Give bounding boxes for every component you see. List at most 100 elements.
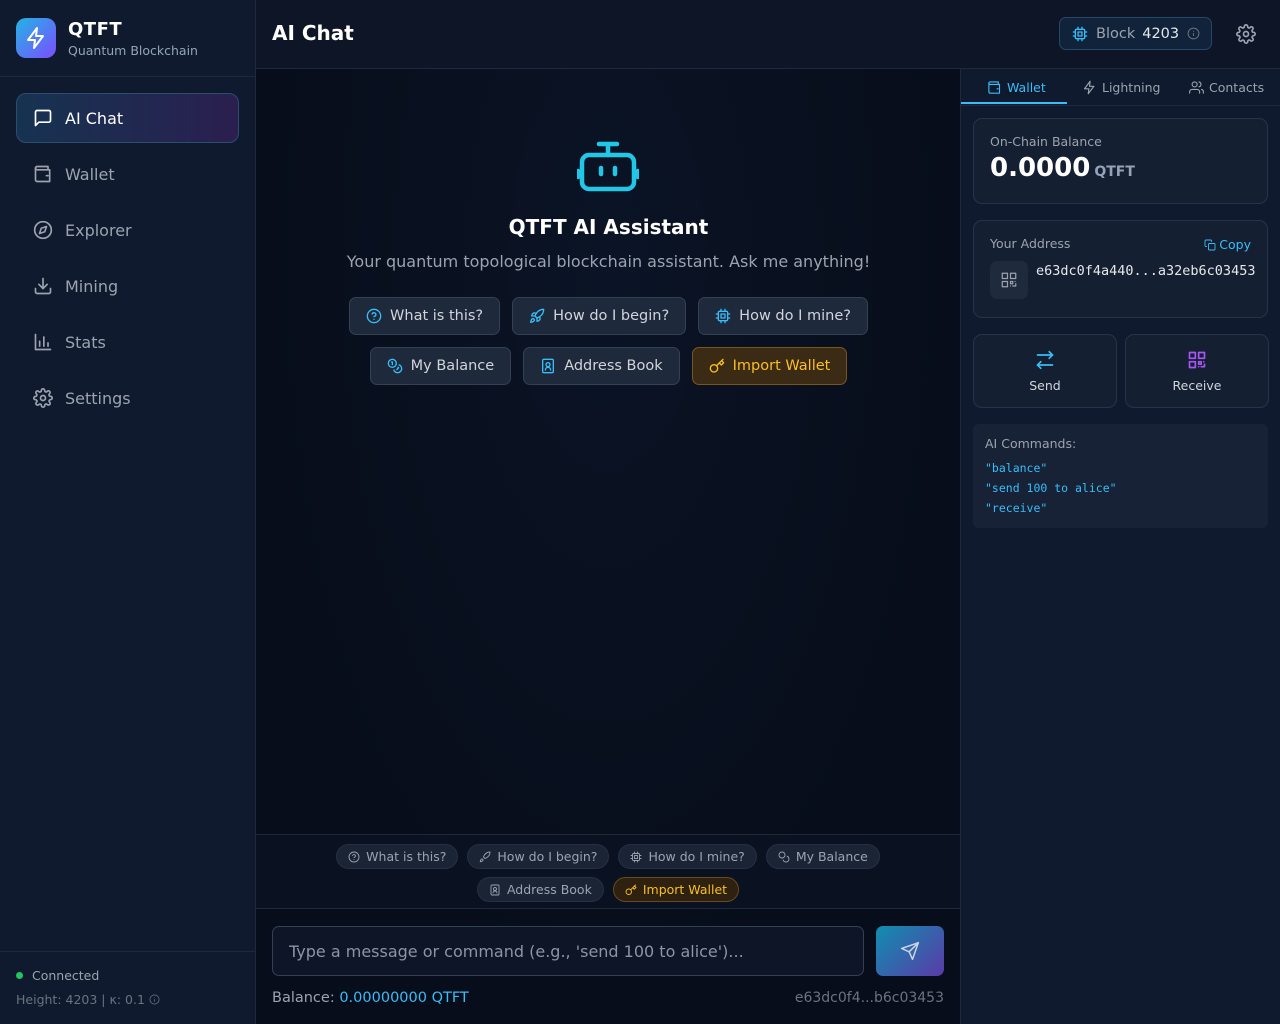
brand-subtitle: Quantum Blockchain [68,42,198,58]
connection-label: Connected [32,968,100,983]
chip-label: Import Wallet [642,882,728,897]
download-icon [34,277,52,295]
quick-address-book-button[interactable]: Address Book [476,877,604,902]
quick-import-wallet-button[interactable]: Import Wallet [612,877,740,902]
coins-icon [778,851,790,862]
connection-status: Connected Height: 4203 | κ: 0.1 [0,951,255,1024]
block-label: Block [1096,25,1136,42]
quick-how-do-i-mine-button[interactable]: How do I mine? [618,844,757,869]
help-circle-icon [348,851,360,862]
contact-book-icon [542,358,555,374]
sidebar-item-label: Mining [65,276,119,296]
chip-label: What is this? [366,849,447,864]
brand: QTFT Quantum Blockchain [0,0,255,77]
suggestion-how-do-i-mine-button[interactable]: How do I mine? [698,297,868,335]
tab-contacts[interactable]: Contacts [1189,69,1264,105]
settings-button[interactable] [1236,24,1256,44]
sidebar-item-label: Wallet [65,164,115,184]
chip-label: What is this? [390,308,484,324]
sidebar-item-label: Stats [65,332,106,352]
top-header: AI Chat Block 4203 [256,0,1280,69]
commands-title: AI Commands: [985,436,1077,451]
robot-icon [577,139,639,195]
suggestion-my-balance-button[interactable]: My Balance [369,347,512,385]
welcome-title: QTFT AI Assistant [508,215,709,239]
suggestion-what-is-this-button[interactable]: What is this? [349,297,501,335]
suggestion-address-book-button[interactable]: Address Book [523,347,680,385]
quick-my-balance-button[interactable]: My Balance [765,844,880,869]
qr-code-icon [1001,272,1017,288]
chip-label: Address Book [506,882,592,897]
qr-code-icon [1188,351,1206,368]
sidebar-item-mining[interactable]: Mining [16,261,239,311]
suggestion-chips: What is this? How do I begin? How do I m… [256,297,961,385]
rocket-icon [480,851,491,862]
sidebar-item-stats[interactable]: Stats [16,317,239,367]
transfer-arrows-icon [1036,350,1054,369]
chip-label: How do I mine? [648,849,745,864]
help-circle-icon [366,308,382,324]
ai-commands-box: AI Commands: "balance" "send 100 to alic… [973,424,1268,528]
suggestion-how-do-i-begin-button[interactable]: How do I begin? [512,297,687,335]
wallet-icon [988,80,1001,94]
suggestion-import-wallet-button[interactable]: Import Wallet [691,347,848,385]
chip-label: How do I mine? [739,308,851,324]
sidebar-nav: AI Chat Wallet Explorer Mining Stats Set… [0,77,255,445]
page-title: AI Chat [272,21,354,45]
receive-label: Receive [1172,377,1222,393]
cpu-icon [1072,26,1088,41]
wallet-panel: Wallet Lightning Contacts On-Chain Balan… [961,69,1280,1024]
copy-address-button[interactable]: Copy [1204,237,1251,252]
quick-how-do-i-begin-button[interactable]: How do I begin? [467,844,610,869]
lightning-icon [1083,80,1095,94]
key-icon [709,358,724,373]
chain-height: Height: 4203 | κ: 0.1 [16,992,145,1007]
message-input[interactable] [272,926,864,976]
message-square-icon [34,109,52,127]
sidebar-item-label: Explorer [65,220,132,240]
sidebar-item-ai-chat[interactable]: AI Chat [16,93,239,143]
wallet-icon [34,165,51,183]
copy-label: Copy [1219,237,1251,252]
quick-what-is-this-button[interactable]: What is this? [336,844,459,869]
users-icon [1189,80,1204,94]
send-label: Send [1029,377,1061,393]
coins-icon [387,358,402,374]
sidebar-item-label: AI Chat [65,108,124,128]
tab-wallet[interactable]: Wallet [987,69,1046,105]
send-icon [900,941,920,961]
chip-label: How do I begin? [553,308,670,324]
qr-code-button[interactable] [990,261,1028,299]
balance-label: Balance: [272,990,335,1006]
send-button[interactable]: Send [973,334,1117,408]
tab-label: Contacts [1209,79,1265,95]
chip-label: How do I begin? [497,849,598,864]
balance-value: 0.00000000 QTFT [339,990,469,1006]
composer-address: e63dc0f4...b6c03453 [794,990,944,1006]
onchain-value: 0.0000 [990,153,1091,183]
brand-name: QTFT [68,18,123,40]
onchain-unit: QTFT [1094,164,1135,180]
tab-label: Lightning [1102,79,1161,95]
sidebar-item-explorer[interactable]: Explorer [16,205,239,255]
chip-label: Address Book [564,358,663,374]
chip-label: Import Wallet [732,358,831,374]
receive-button[interactable]: Receive [1125,334,1269,408]
sidebar-item-wallet[interactable]: Wallet [16,149,239,199]
info-icon[interactable] [149,994,160,1005]
cpu-icon [631,851,642,862]
panel-tabs: Wallet Lightning Contacts [961,69,1280,106]
tab-lightning[interactable]: Lightning [1082,69,1160,105]
block-number: 4203 [1142,25,1180,42]
tab-label: Wallet [1007,79,1046,95]
status-dot [16,972,23,979]
address-card: Your Address Copy e63dc0f4a440...a32eb6c… [973,220,1268,318]
copy-icon [1204,239,1216,250]
send-message-button[interactable] [876,926,944,976]
block-height-badge[interactable]: Block 4203 [1059,17,1212,50]
onchain-balance-card: On-Chain Balance 0.0000 QTFT [973,118,1268,204]
rocket-icon [530,308,545,323]
sidebar-item-settings[interactable]: Settings [16,373,239,423]
composer-balance: Balance: 0.00000000 QTFT [272,990,469,1006]
lightning-logo-icon [16,18,56,58]
